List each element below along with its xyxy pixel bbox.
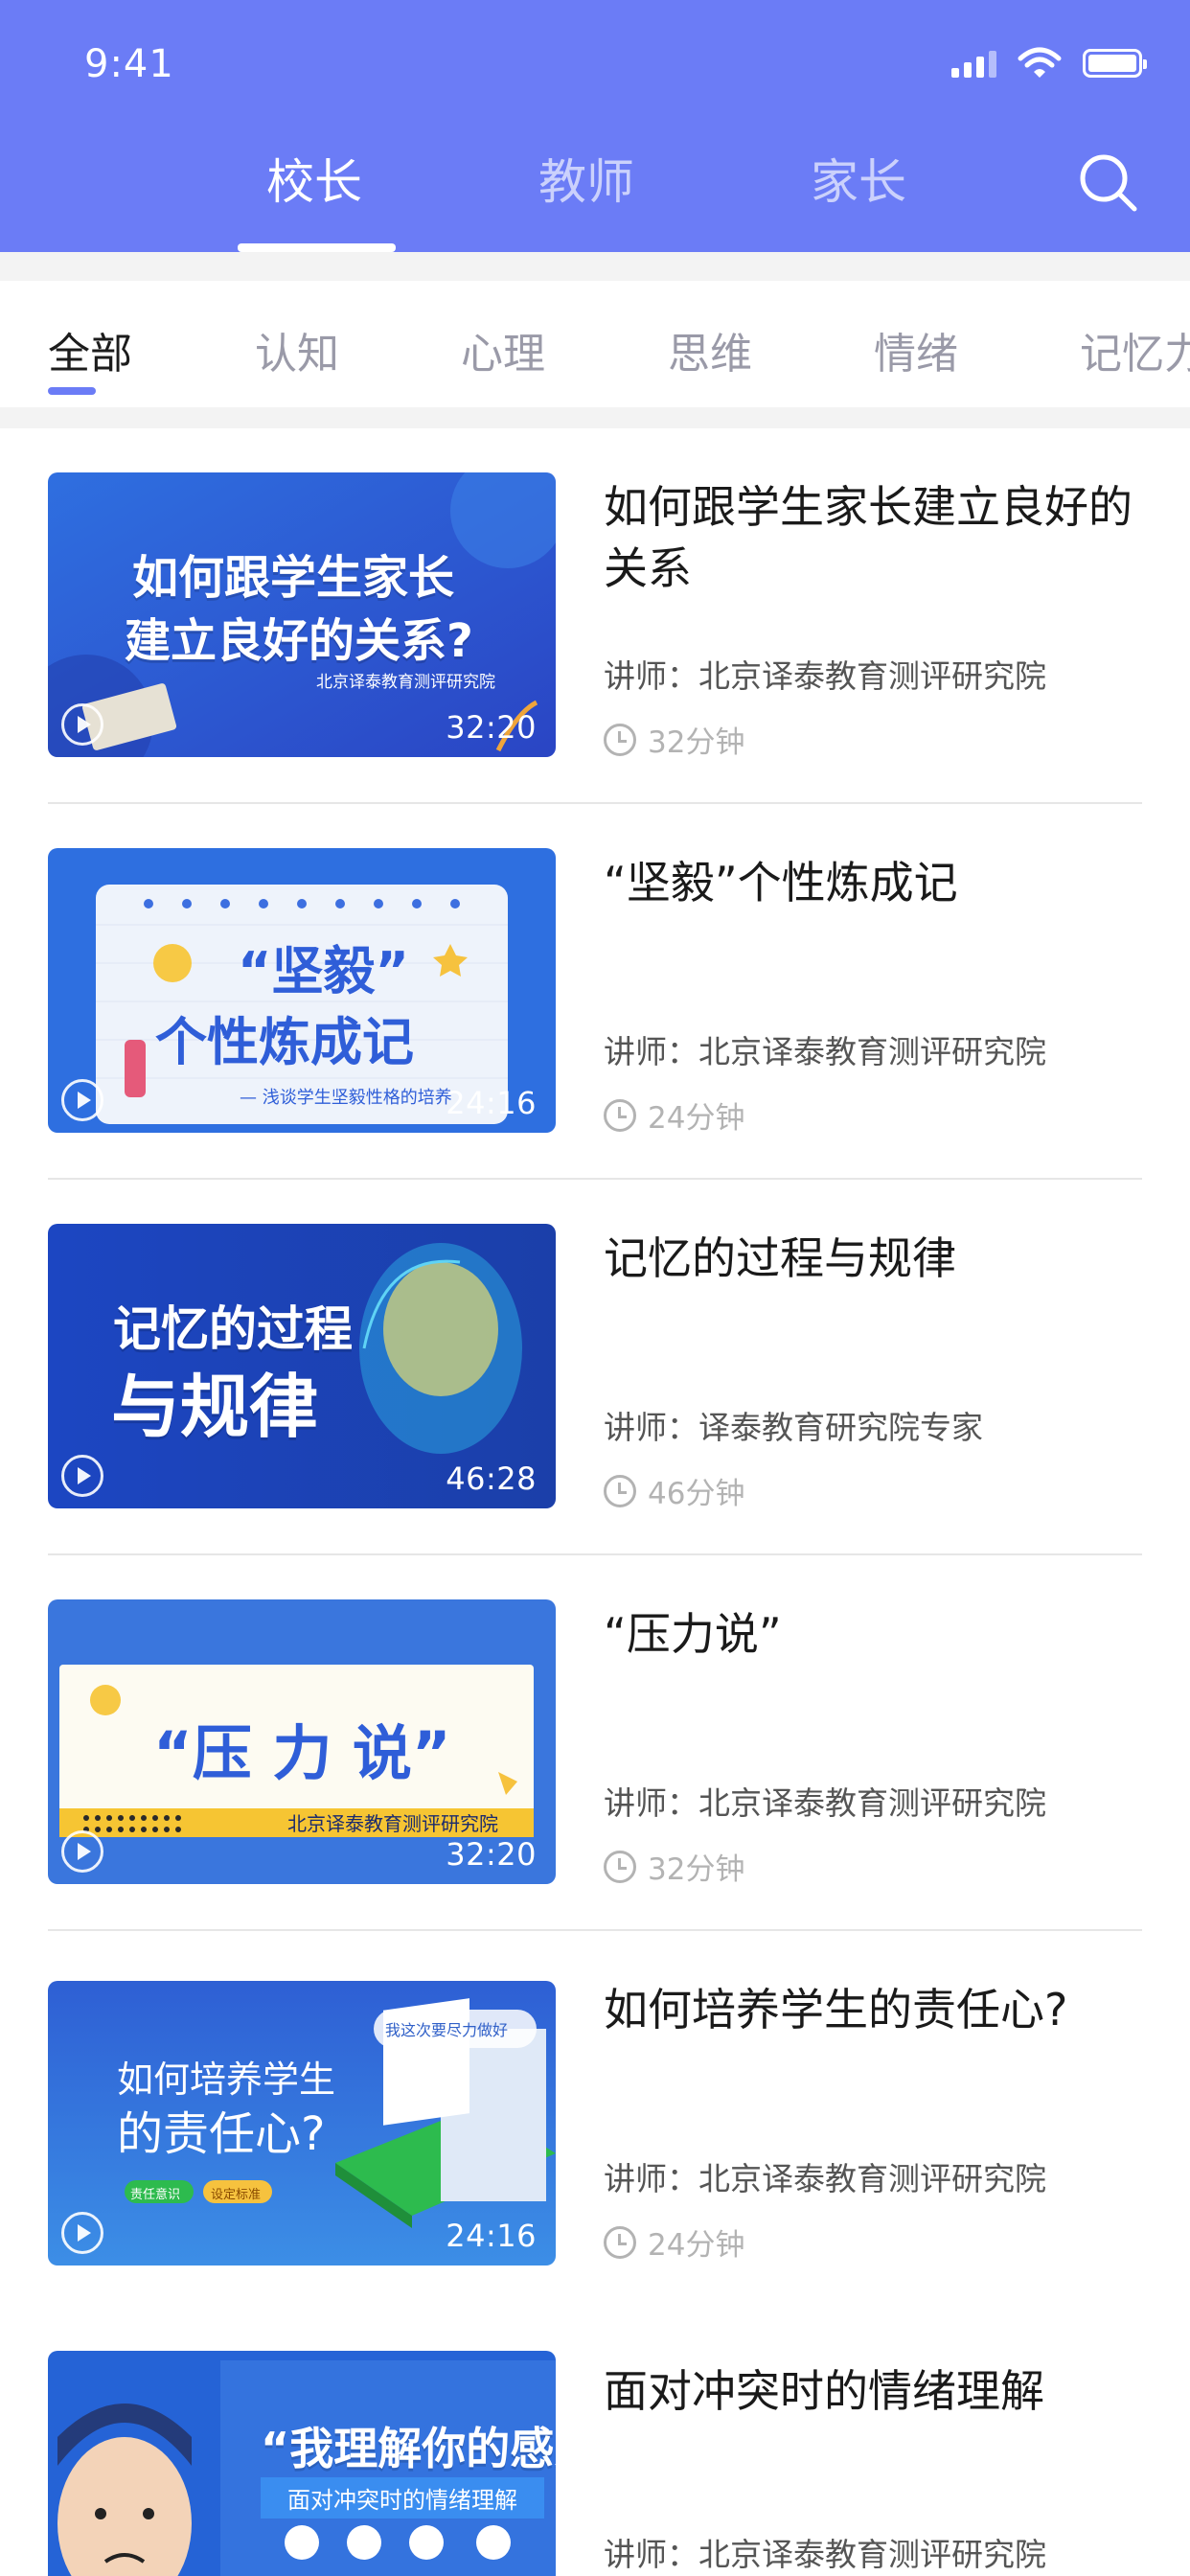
category-indicator	[48, 387, 96, 395]
category-emotion[interactable]: 情绪	[874, 319, 958, 380]
category-separator	[0, 407, 1190, 428]
tab-principal[interactable]: 校长	[266, 144, 362, 213]
course-title: “压力说”	[604, 1608, 782, 1660]
battery-icon	[1083, 49, 1147, 78]
category-all[interactable]: 全部	[48, 319, 132, 380]
tab-parent[interactable]: 家长	[811, 144, 906, 213]
thumbnail-title-line: “我理解你的感受”	[261, 2423, 556, 2474]
thumbnail-tag: 设定标准	[211, 2188, 262, 2202]
clock-icon	[604, 1098, 636, 1132]
course-thumbnail[interactable]: 记忆的过程 与规律 46:28	[48, 1224, 556, 1508]
clock-icon	[604, 2225, 636, 2259]
video-duration: 46:28	[446, 1460, 537, 1497]
course-lecturer: 讲师：北京译泰教育测评研究院	[604, 1784, 1046, 1822]
course-length: 46分钟	[604, 1469, 744, 1512]
course-item[interactable]: 记忆的过程 与规律 46:28 记忆的过程与规律 讲师：译泰教育研究院专家 46…	[0, 1180, 1190, 1555]
course-item[interactable]: “坚毅” 个性炼成记 — 浅谈学生坚毅性格的培养 24:16 “坚毅”个性炼成记…	[0, 804, 1190, 1180]
thumbnail-title-line: “压 力 说”	[153, 1718, 451, 1788]
course-minutes: 24分钟	[648, 2228, 745, 2263]
thumbnail-title-line: 与规律	[111, 1367, 319, 1447]
header-separator	[0, 252, 1190, 281]
thumbnail-subtitle: 我这次要尽力做好	[385, 2021, 509, 2039]
course-lecturer: 讲师：北京译泰教育测评研究院	[604, 2536, 1046, 2573]
course-minutes: 32分钟	[648, 1852, 745, 1887]
video-duration: 24:16	[446, 2218, 537, 2254]
course-lecturer: 讲师：北京译泰教育测评研究院	[604, 1033, 1046, 1070]
category-psychology[interactable]: 心理	[461, 319, 545, 380]
course-minutes: 24分钟	[648, 1101, 745, 1136]
play-icon	[61, 1455, 103, 1497]
wifi-icon	[1018, 47, 1062, 78]
course-length: 24分钟	[604, 2220, 744, 2264]
course-minutes: 32分钟	[648, 725, 745, 760]
play-icon	[61, 1830, 103, 1873]
thumbnail-subtitle: 面对冲突时的情绪理解	[261, 2477, 544, 2518]
status-time: 9:41	[84, 42, 174, 86]
course-item[interactable]: 如何跟学生家长 建立良好的关系? 北京译泰教育测评研究院 32:20 如何跟学生…	[0, 428, 1190, 804]
thumbnail-title-line: 如何培养学生	[117, 2058, 336, 2101]
thumbnail-title-line: 如何跟学生家长	[132, 551, 455, 605]
thumbnail-title-line: 的责任心?	[117, 2107, 326, 2161]
category-thinking[interactable]: 思维	[668, 319, 752, 380]
thumbnail-subtitle: 北京译泰教育测评研究院	[316, 673, 495, 692]
thumbnail-title-line: 建立良好的关系?	[125, 614, 473, 668]
play-icon	[61, 1079, 103, 1121]
thumbnail-title-line: 个性炼成记	[155, 1012, 414, 1072]
course-thumbnail[interactable]: “坚毅” 个性炼成记 — 浅谈学生坚毅性格的培养 24:16	[48, 848, 556, 1133]
course-thumbnail[interactable]: “我理解你的感受” 面对冲突时的情绪理解	[48, 2351, 556, 2576]
play-icon	[61, 2212, 103, 2254]
course-lecturer: 讲师：译泰教育研究院专家	[604, 1409, 983, 1446]
search-icon[interactable]	[1077, 151, 1138, 213]
course-thumbnail[interactable]: 如何跟学生家长 建立良好的关系? 北京译泰教育测评研究院 32:20	[48, 472, 556, 757]
app-header: 9:41 校长 教师 家长	[0, 0, 1190, 252]
course-lecturer: 讲师：北京译泰教育测评研究院	[604, 657, 1046, 695]
play-icon	[61, 703, 103, 746]
category-tabs: 全部 认知 心理 思维 情绪 记忆力	[0, 281, 1190, 407]
video-duration: 32:20	[446, 1836, 537, 1873]
role-tabs: 校长 教师 家长	[0, 144, 1190, 220]
course-title: “坚毅”个性炼成记	[604, 857, 958, 908]
thumbnail-tag: 责任意识	[130, 2188, 181, 2202]
tab-teacher[interactable]: 教师	[538, 144, 634, 213]
course-item[interactable]: 如何培养学生 的责任心? 我这次要尽力做好 责任意识 设定标准 24:16 如何…	[0, 1931, 1190, 2307]
category-cognition[interactable]: 认知	[255, 319, 339, 380]
thumbnail-title-line: “坚毅”	[238, 941, 409, 1001]
course-length: 32分钟	[604, 1845, 744, 1888]
course-thumbnail[interactable]: 如何培养学生 的责任心? 我这次要尽力做好 责任意识 设定标准 24:16	[48, 1981, 556, 2266]
status-icons	[951, 42, 1147, 84]
video-duration: 32:20	[446, 709, 537, 746]
course-item[interactable]: “压 力 说” 北京译泰教育测评研究院 32:20 “压力说” 讲师：北京译泰教…	[0, 1555, 1190, 1931]
course-title: 如何跟学生家长建立良好的关系	[604, 481, 1133, 594]
course-minutes: 46分钟	[648, 1477, 745, 1511]
thumbnail-subtitle: 北京译泰教育测评研究院	[287, 1812, 498, 1835]
course-length: 24分钟	[604, 1093, 744, 1137]
video-duration: 24:16	[446, 1085, 537, 1121]
active-tab-indicator	[238, 243, 396, 252]
course-title: 记忆的过程与规律	[604, 1232, 956, 1284]
clock-icon	[604, 723, 636, 756]
clock-icon	[604, 1850, 636, 1883]
course-lecturer: 讲师：北京译泰教育测评研究院	[604, 2160, 1046, 2197]
course-thumbnail[interactable]: “压 力 说” 北京译泰教育测评研究院 32:20	[48, 1599, 556, 1884]
course-length: 32分钟	[604, 718, 744, 761]
category-memory[interactable]: 记忆力	[1080, 319, 1190, 380]
course-title: 面对冲突时的情绪理解	[604, 2365, 1044, 2417]
course-title: 如何培养学生的责任心?	[604, 1984, 1068, 2036]
signal-icon	[951, 49, 996, 78]
thumbnail-subtitle: — 浅谈学生坚毅性格的培养	[240, 1088, 452, 1108]
clock-icon	[604, 1474, 636, 1507]
course-item[interactable]: “我理解你的感受” 面对冲突时的情绪理解 面对冲突时的情绪理解 讲师：北京译泰教…	[0, 2307, 1190, 2576]
